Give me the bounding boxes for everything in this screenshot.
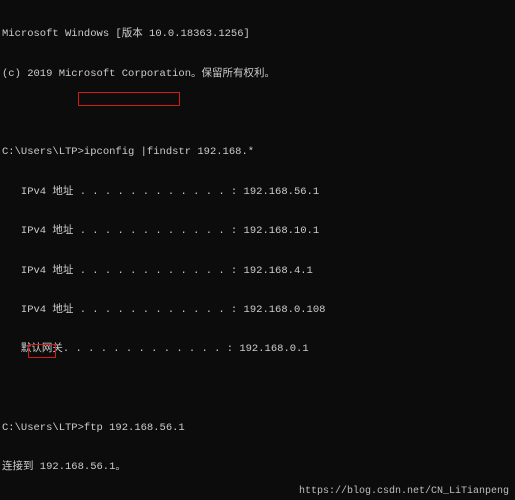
watermark: https://blog.csdn.net/CN_LiTianpeng xyxy=(299,486,509,499)
ipconfig-cmd-line: C:\Users\LTP>ipconfig |findstr 192.168.* xyxy=(2,146,513,159)
ipconfig-row: IPv4 地址 . . . . . . . . . . . . : 192.16… xyxy=(2,225,513,238)
terminal-output[interactable]: Microsoft Windows [版本 10.0.18363.1256] (… xyxy=(0,0,515,500)
ipconfig-row: IPv4 地址 . . . . . . . . . . . . : 192.16… xyxy=(2,265,513,278)
blank xyxy=(2,107,513,120)
ipconfig-row: 默认网关. . . . . . . . . . . . . : 192.168.… xyxy=(2,343,513,356)
prompt: C:\Users\LTP> xyxy=(2,146,84,158)
command: ipconfig |findstr 192.168.* xyxy=(84,146,254,158)
ipconfig-row: IPv4 地址 . . . . . . . . . . . . : 192.16… xyxy=(2,186,513,199)
command: ftp 192.168.56.1 xyxy=(84,422,185,435)
prompt: C:\Users\LTP> xyxy=(2,422,84,434)
header-line: (c) 2019 Microsoft Corporation。保留所有权利。 xyxy=(2,68,513,81)
ipconfig-row: IPv4 地址 . . . . . . . . . . . . : 192.16… xyxy=(2,304,513,317)
header-line: Microsoft Windows [版本 10.0.18363.1256] xyxy=(2,28,513,41)
ftp-cmd-line: C:\Users\LTP>ftp 192.168.56.1 xyxy=(2,422,513,435)
ftp-out: 连接到 192.168.56.1。 xyxy=(2,461,513,474)
blank xyxy=(2,383,513,396)
